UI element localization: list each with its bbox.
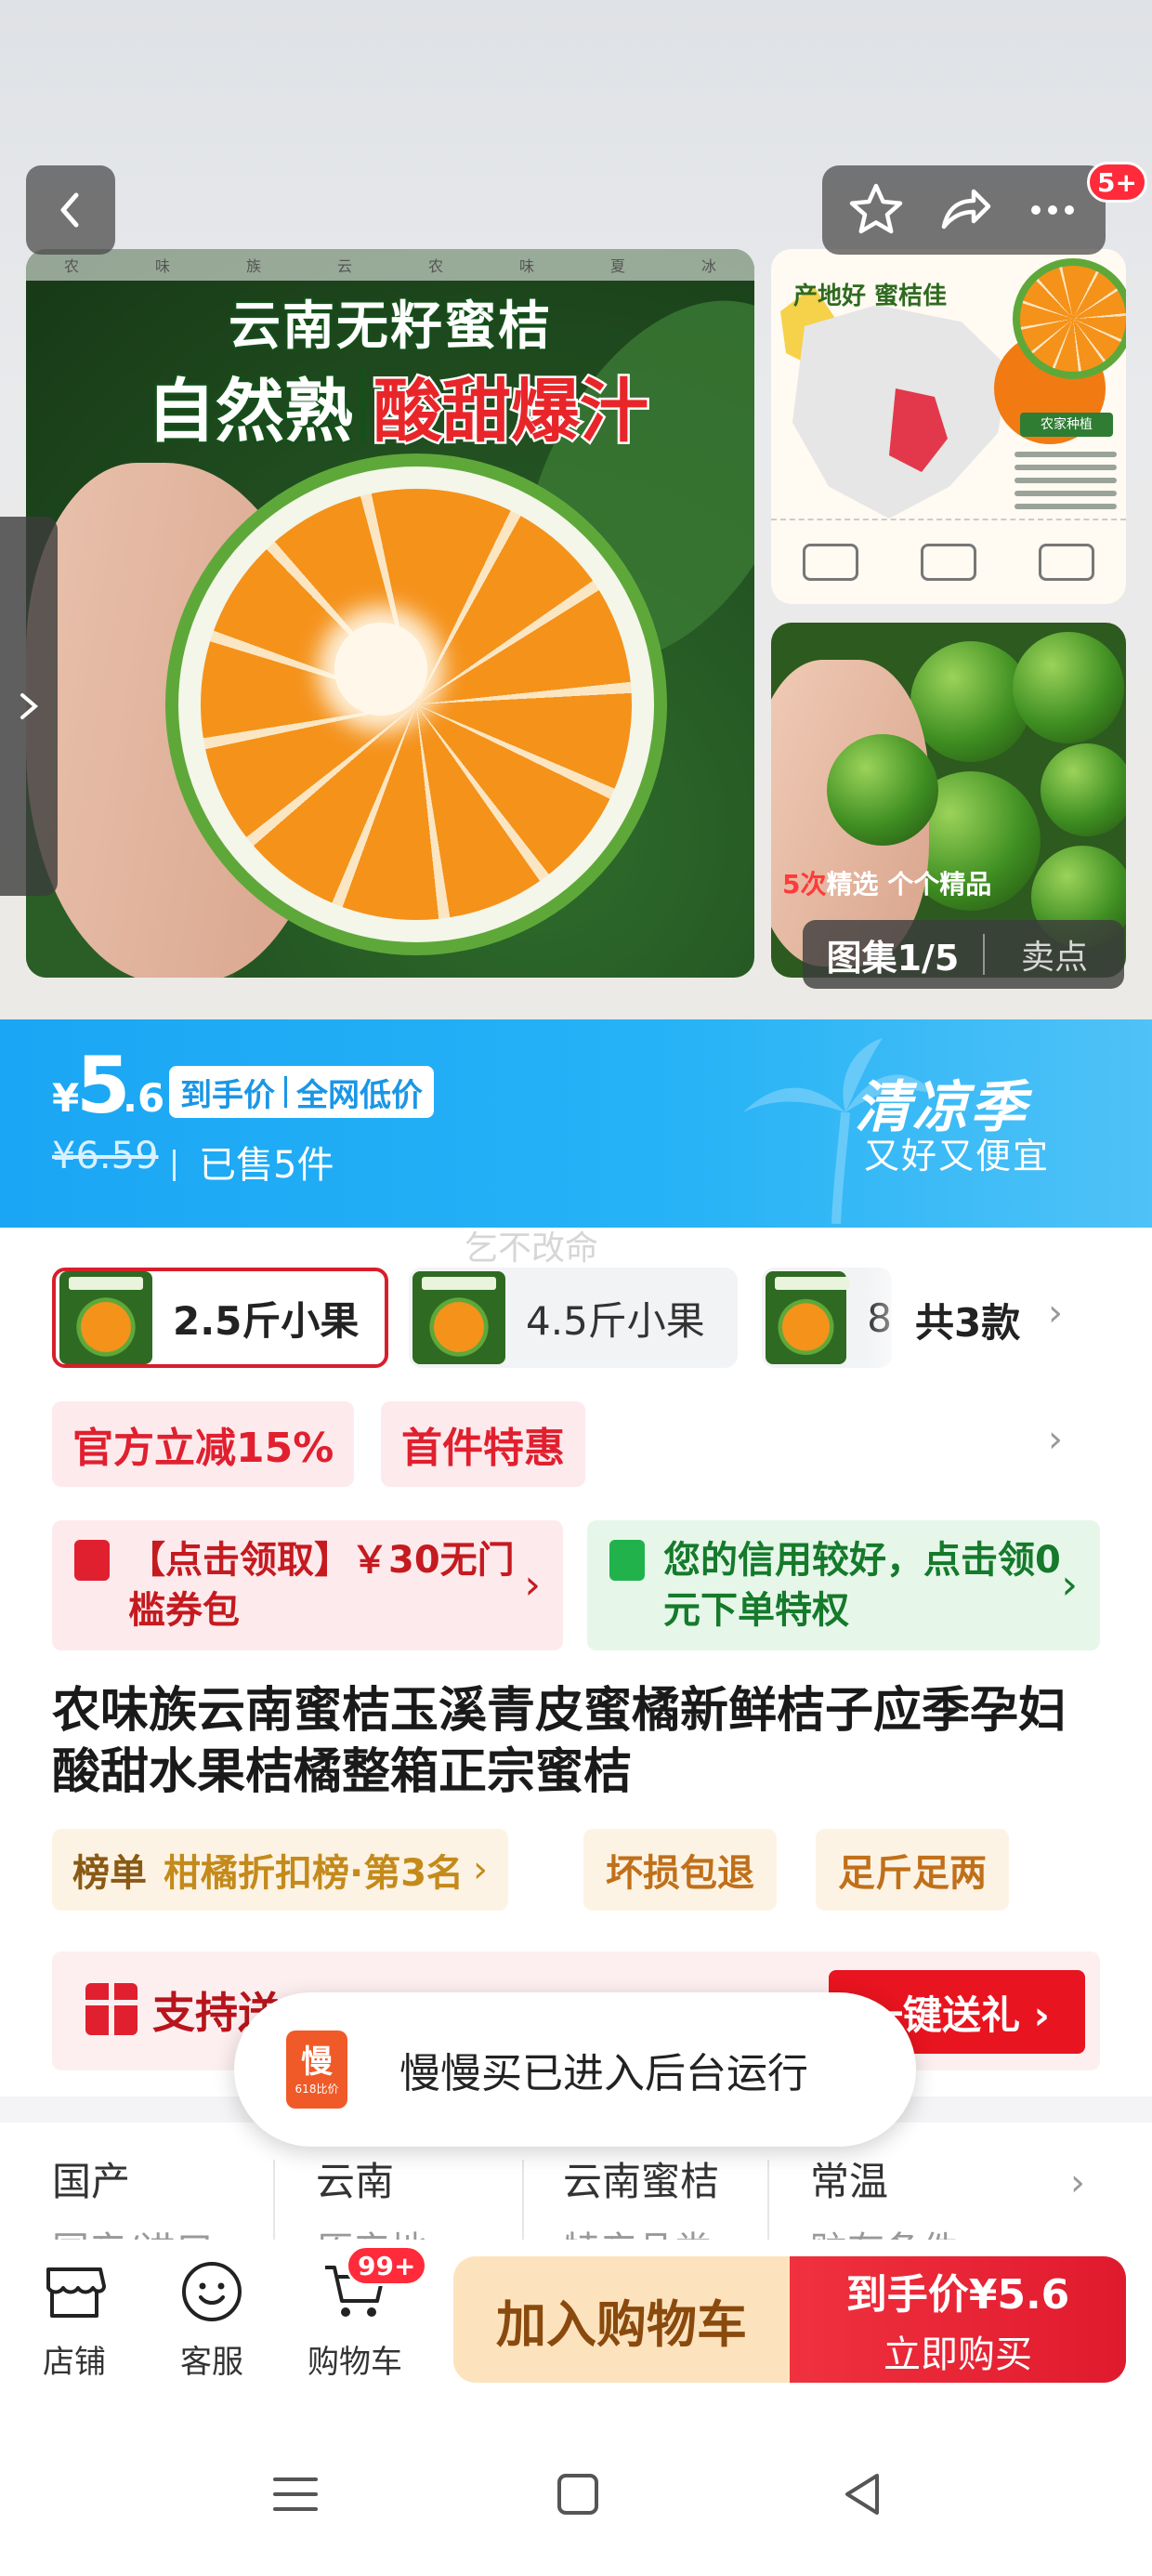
more-menu-icon[interactable] [1015, 173, 1090, 247]
credit-privilege-card[interactable]: 您的信用较好，点击领0元下单特权 › [587, 1520, 1100, 1650]
manmanmai-logo-icon: 慢 618比价 [286, 2031, 347, 2109]
cart-count-badge: 99+ [346, 2245, 428, 2286]
chevron-right-icon[interactable]: › [1070, 2162, 1085, 2204]
price-tag: 到手价 全网低价 [169, 1066, 434, 1118]
image-top-strip: 农味族云农味夏冰 [26, 249, 754, 281]
shopping-bag-icon [609, 1540, 645, 1581]
sku-option[interactable]: 4.5斤小果 [409, 1268, 738, 1368]
image-gallery[interactable]: 农味族云农味夏冰 云南无籽蜜桔 自然熟 酸甜爆汁 产地好 蜜桔佳 农家种植 5次… [0, 0, 1152, 1019]
sku-thumbnail [59, 1271, 152, 1364]
season-subtitle: 又好又便宜 [864, 1136, 1051, 1176]
favorite-star-icon[interactable] [839, 173, 913, 247]
gallery-counter[interactable]: 图集1/5 [803, 929, 983, 980]
watermark-text: 乞不改命 [465, 1229, 599, 1268]
store-icon [46, 2267, 106, 2318]
menu-lines-icon[interactable] [269, 2468, 321, 2520]
thumbnail-tag: 农家种植 [1020, 413, 1113, 437]
side-drawer-handle[interactable] [0, 517, 58, 896]
background-running-toast: 慢 618比价 慢慢买已进入后台运行 [234, 1992, 916, 2147]
price-currency: ¥ [52, 1075, 80, 1121]
promo-first-order-tag[interactable]: 首件特惠 [381, 1401, 585, 1487]
coupon-card[interactable]: 【点击领取】￥30无门槛券包 › [52, 1520, 563, 1650]
main-product-image[interactable]: 农味族云农味夏冰 云南无籽蜜桔 自然熟 酸甜爆汁 [26, 249, 754, 978]
back-triangle-icon[interactable] [836, 2468, 888, 2520]
sku-count[interactable]: 共3款 [915, 1292, 1020, 1348]
customer-service-button[interactable]: 客服 [156, 2256, 268, 2382]
chevron-right-icon [20, 693, 39, 719]
toast-message: 慢慢买已进入后台运行 [399, 2050, 808, 2097]
gallery-thumbnail-origin[interactable]: 产地好 蜜桔佳 农家种植 [771, 249, 1126, 604]
ranking-tag[interactable]: 榜单 柑橘折扣榜·第3名 › [52, 1829, 509, 1911]
gallery-counter-bar[interactable]: 图集1/5 卖点 [803, 920, 1124, 989]
product-title: 农味族云南蜜桔玉溪青皮蜜橘新鲜桔子应季孕妇酸甜水果桔橘整箱正宗蜜桔 [52, 1683, 1067, 1800]
add-to-cart-button[interactable]: 加入购物车 [453, 2256, 790, 2383]
weight-guarantee-tag[interactable]: 足斤足两 [816, 1829, 1009, 1911]
chevron-right-icon[interactable]: › [1048, 1292, 1063, 1334]
gift-icon [85, 1983, 137, 2035]
sold-count: 已售5件 [199, 1144, 334, 1187]
attribute-item: 云南蜜桔特产品类 [563, 2159, 720, 2240]
price-decimal: .6 [123, 1075, 165, 1121]
chevron-right-icon: › [1061, 1561, 1078, 1609]
price-banner: ¥ 5 .6 到手价 全网低价 ¥6.59 已售5件 清凉季 又好又便宜 [0, 1019, 1152, 1228]
home-square-icon[interactable] [552, 2468, 604, 2520]
attribute-item: 国产国产/进口 [52, 2159, 213, 2240]
promo-discount-tag[interactable]: 官方立减15% [52, 1401, 355, 1487]
selling-points-tab[interactable]: 卖点 [985, 930, 1124, 979]
share-icon[interactable] [927, 173, 1001, 247]
sku-thumbnail [412, 1271, 505, 1364]
chat-smile-icon [182, 2262, 242, 2321]
sku-thumbnail [766, 1271, 850, 1364]
coupon-icon [74, 1540, 110, 1581]
orange-slice-graphic [165, 453, 667, 955]
shop-button[interactable]: 店铺 [19, 2256, 130, 2382]
attribute-item: 云南原产地 [316, 2159, 427, 2240]
image-banner: 自然熟 酸甜爆汁 [100, 359, 695, 453]
back-button[interactable] [26, 165, 115, 255]
thumbnail-caption: 5次精选 个个精品 [782, 869, 992, 900]
attribute-item: 常温贮存条件 [810, 2159, 959, 2240]
notification-badge: 5+ [1087, 162, 1147, 203]
chevron-right-icon[interactable]: › [1048, 1418, 1063, 1461]
return-policy-tag[interactable]: 坏损包退 [583, 1829, 777, 1911]
system-navigation-bar [0, 2407, 1152, 2576]
chevron-left-icon [60, 192, 79, 228]
chevron-right-icon: › [524, 1561, 541, 1609]
sku-option[interactable]: 2.5斤小果 [52, 1268, 388, 1368]
product-detail-page: 农味族云农味夏冰 云南无籽蜜桔 自然熟 酸甜爆汁 产地好 蜜桔佳 农家种植 5次… [0, 0, 1152, 2576]
image-title: 云南无籽蜜桔 [227, 295, 552, 359]
thumbnail-title: 产地好 蜜桔佳 [793, 283, 948, 310]
original-price: ¥6.59 [52, 1135, 159, 1177]
buy-now-button[interactable]: 到手价¥5.6 立即购买 [790, 2256, 1126, 2383]
top-action-group [822, 165, 1106, 255]
